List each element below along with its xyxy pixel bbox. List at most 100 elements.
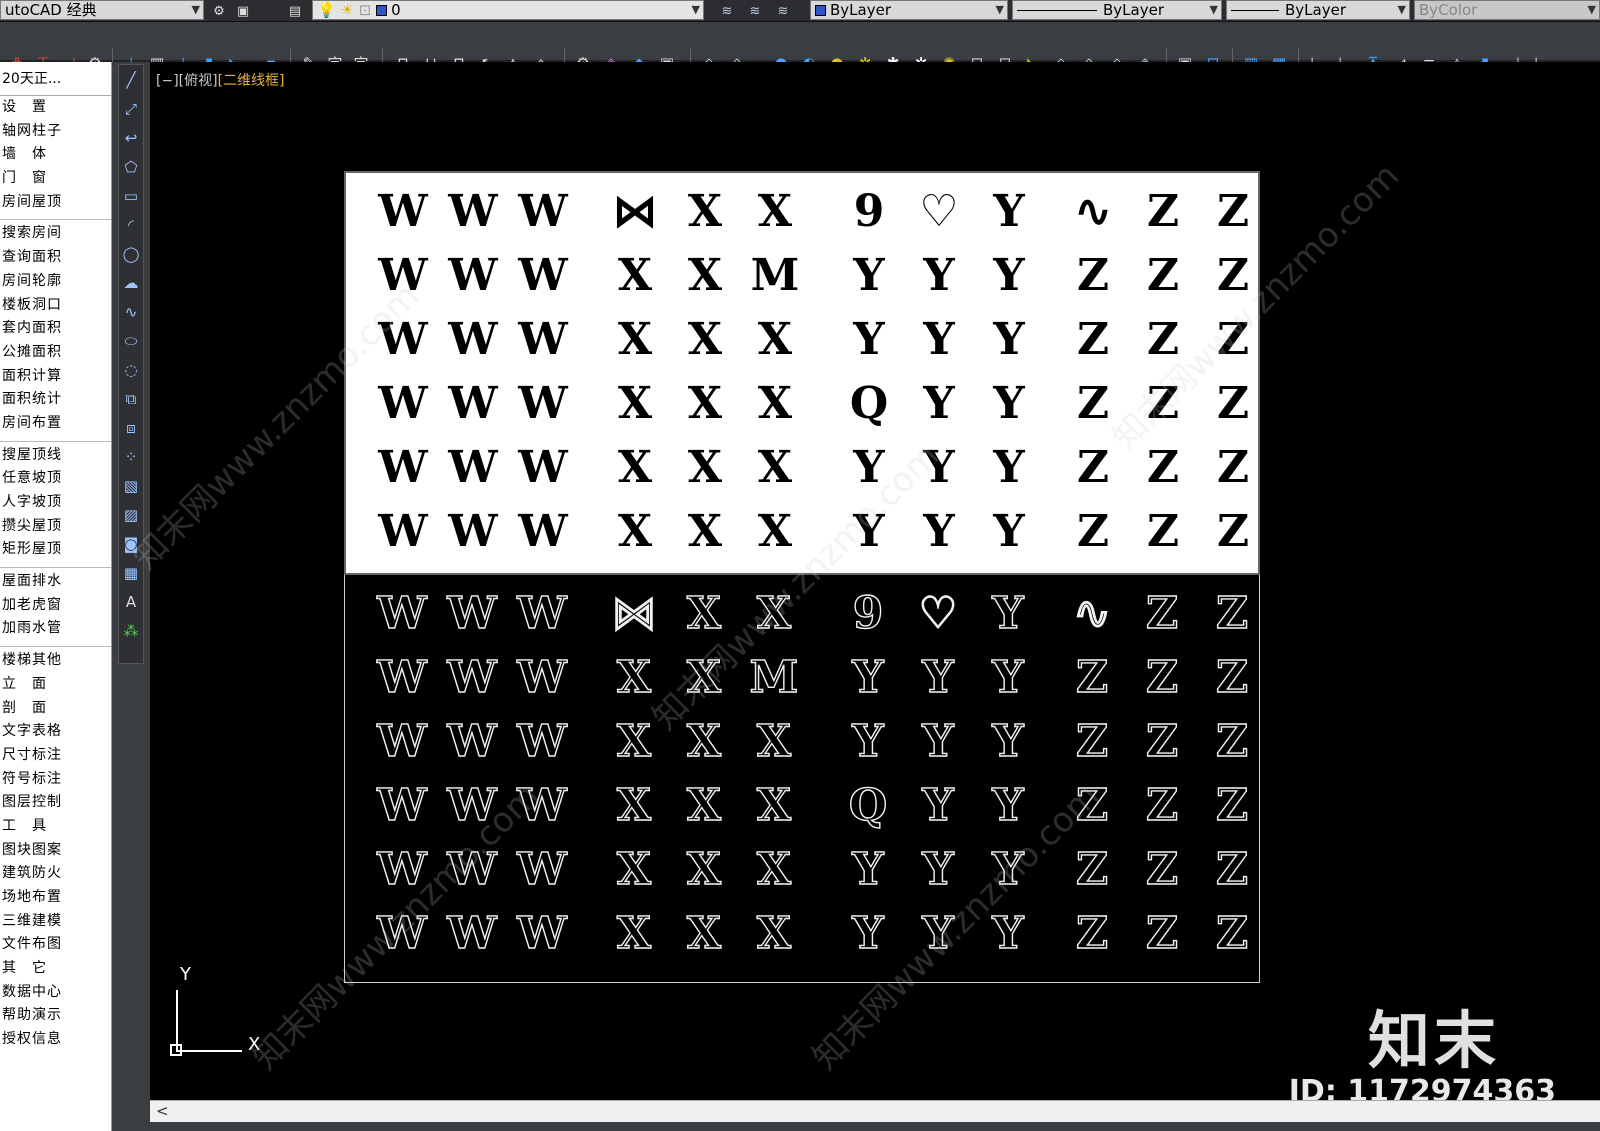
side-menu-item[interactable]: 加老虎窗: [0, 594, 111, 618]
outline-logo[interactable]: X: [673, 651, 735, 705]
filled-logo[interactable]: X: [604, 377, 666, 431]
outline-logo[interactable]: W: [441, 907, 503, 961]
side-menu-item[interactable]: 文件布图: [0, 933, 111, 957]
filled-logo[interactable]: W: [512, 313, 574, 367]
side-menu-item[interactable]: 图层控制: [0, 791, 111, 815]
side-menu-item[interactable]: 房间轮廓: [0, 270, 111, 294]
rectangle-icon[interactable]: ▭: [119, 181, 143, 210]
filled-logo[interactable]: Z: [1132, 249, 1194, 303]
filled-logo[interactable]: Y: [838, 505, 900, 559]
side-menu-item[interactable]: 轴网柱子: [0, 120, 111, 144]
filled-logo[interactable]: ♡: [908, 185, 970, 239]
outline-logo[interactable]: Y: [837, 715, 899, 769]
filled-logo[interactable]: W: [372, 313, 434, 367]
filled-logo[interactable]: Z: [1202, 377, 1264, 431]
side-menu-item[interactable]: 搜屋顶线: [0, 444, 111, 468]
side-menu-item[interactable]: 授权信息: [0, 1028, 111, 1052]
side-menu-item[interactable]: 公摊面积: [0, 341, 111, 365]
side-menu-item[interactable]: 搜索房间: [0, 222, 111, 246]
filled-logo[interactable]: Z: [1062, 313, 1124, 367]
outline-logo[interactable]: Y: [907, 651, 969, 705]
outline-logo[interactable]: X: [673, 907, 735, 961]
filled-logo[interactable]: Y: [908, 377, 970, 431]
filled-logo[interactable]: M: [744, 249, 806, 303]
filled-logo[interactable]: Y: [978, 249, 1040, 303]
filled-logo[interactable]: W: [442, 185, 504, 239]
multiline-text-icon[interactable]: A: [119, 587, 143, 616]
filled-logo[interactable]: Y: [908, 505, 970, 559]
outline-logo[interactable]: Y: [977, 843, 1039, 897]
insert-block-icon[interactable]: ⧉: [119, 384, 143, 413]
filled-logo[interactable]: Y: [978, 313, 1040, 367]
make-current-layer-icon[interactable]: ≋: [716, 1, 738, 21]
outline-logo[interactable]: X: [673, 779, 735, 833]
side-menu-item[interactable]: 人字坡顶: [0, 491, 111, 515]
outline-logo[interactable]: X: [673, 715, 735, 769]
filled-logo[interactable]: Y: [838, 249, 900, 303]
ellipse-arc-icon[interactable]: ◌: [119, 355, 143, 384]
outline-logo[interactable]: W: [511, 587, 573, 641]
outline-logo[interactable]: Z: [1131, 907, 1193, 961]
filled-logo[interactable]: W: [512, 249, 574, 303]
side-menu-item[interactable]: 场地布置: [0, 886, 111, 910]
outline-logo[interactable]: Q: [837, 779, 899, 833]
outline-logo[interactable]: W: [511, 651, 573, 705]
outline-logo[interactable]: X: [743, 907, 805, 961]
filled-logo[interactable]: 9: [838, 185, 900, 239]
filled-logo[interactable]: X: [674, 505, 736, 559]
add-selected-icon[interactable]: ⁂: [119, 616, 143, 645]
filled-logo[interactable]: X: [604, 313, 666, 367]
outline-logo[interactable]: Y: [837, 907, 899, 961]
layer-state-icon[interactable]: ≋: [772, 1, 794, 21]
spline-icon[interactable]: ∿: [119, 297, 143, 326]
workspace-dropdown[interactable]: utoCAD 经典 ▼: [0, 0, 204, 20]
outline-logo[interactable]: Y: [977, 587, 1039, 641]
filled-logo[interactable]: Z: [1062, 505, 1124, 559]
ellipse-icon[interactable]: ⬭: [119, 326, 143, 355]
side-menu-item[interactable]: 剖 面: [0, 697, 111, 721]
outline-logo[interactable]: W: [511, 715, 573, 769]
outline-logo[interactable]: X: [603, 715, 665, 769]
outline-logo[interactable]: W: [441, 843, 503, 897]
polyline-icon[interactable]: ↩: [119, 123, 143, 152]
polygon-icon[interactable]: ⬠: [119, 152, 143, 181]
filled-logo[interactable]: Z: [1062, 441, 1124, 495]
filled-logo[interactable]: X: [604, 249, 666, 303]
side-menu-item[interactable]: 矩形屋顶: [0, 538, 111, 562]
filled-logo[interactable]: X: [604, 441, 666, 495]
side-menu-item[interactable]: 任意坡顶: [0, 467, 111, 491]
layer-manager-icon[interactable]: ▤: [284, 1, 306, 21]
filled-logo[interactable]: W: [442, 505, 504, 559]
outline-logo[interactable]: Y: [907, 779, 969, 833]
outline-logo[interactable]: Z: [1131, 651, 1193, 705]
filled-logo[interactable]: X: [674, 249, 736, 303]
side-menu-item[interactable]: 设 置: [0, 96, 111, 120]
side-menu-item[interactable]: 尺寸标注: [0, 744, 111, 768]
gear-icon[interactable]: ⚙: [208, 1, 230, 21]
filled-logo[interactable]: W: [372, 441, 434, 495]
side-menu-item[interactable]: 门 窗: [0, 167, 111, 191]
filled-logo[interactable]: ∿: [1062, 185, 1124, 239]
side-menu-item[interactable]: 楼梯其他: [0, 649, 111, 673]
outline-logo[interactable]: Z: [1201, 651, 1263, 705]
outline-logo[interactable]: W: [371, 651, 433, 705]
outline-logo[interactable]: X: [603, 651, 665, 705]
side-menu-item[interactable]: 楼板洞口: [0, 294, 111, 318]
outline-logo[interactable]: Y: [907, 715, 969, 769]
outline-logo[interactable]: W: [441, 715, 503, 769]
filled-logo[interactable]: W: [372, 185, 434, 239]
outline-logo[interactable]: X: [603, 907, 665, 961]
filled-logo[interactable]: W: [442, 249, 504, 303]
filled-logo[interactable]: Z: [1062, 249, 1124, 303]
outline-logo[interactable]: Y: [907, 843, 969, 897]
hatch-icon[interactable]: ▧: [119, 471, 143, 500]
viewport-controls[interactable]: [−][俯视][二维线框]: [156, 70, 285, 90]
filled-logo[interactable]: Z: [1202, 441, 1264, 495]
gradient-icon[interactable]: ▨: [119, 500, 143, 529]
filled-logo[interactable]: Y: [978, 377, 1040, 431]
outline-logo[interactable]: ∿: [1061, 587, 1123, 641]
workspace-lock-icon[interactable]: ▣: [232, 1, 254, 21]
side-menu-item[interactable]: 墙 体: [0, 143, 111, 167]
side-menu-item[interactable]: 建筑防火: [0, 862, 111, 886]
outline-logo[interactable]: Z: [1201, 907, 1263, 961]
